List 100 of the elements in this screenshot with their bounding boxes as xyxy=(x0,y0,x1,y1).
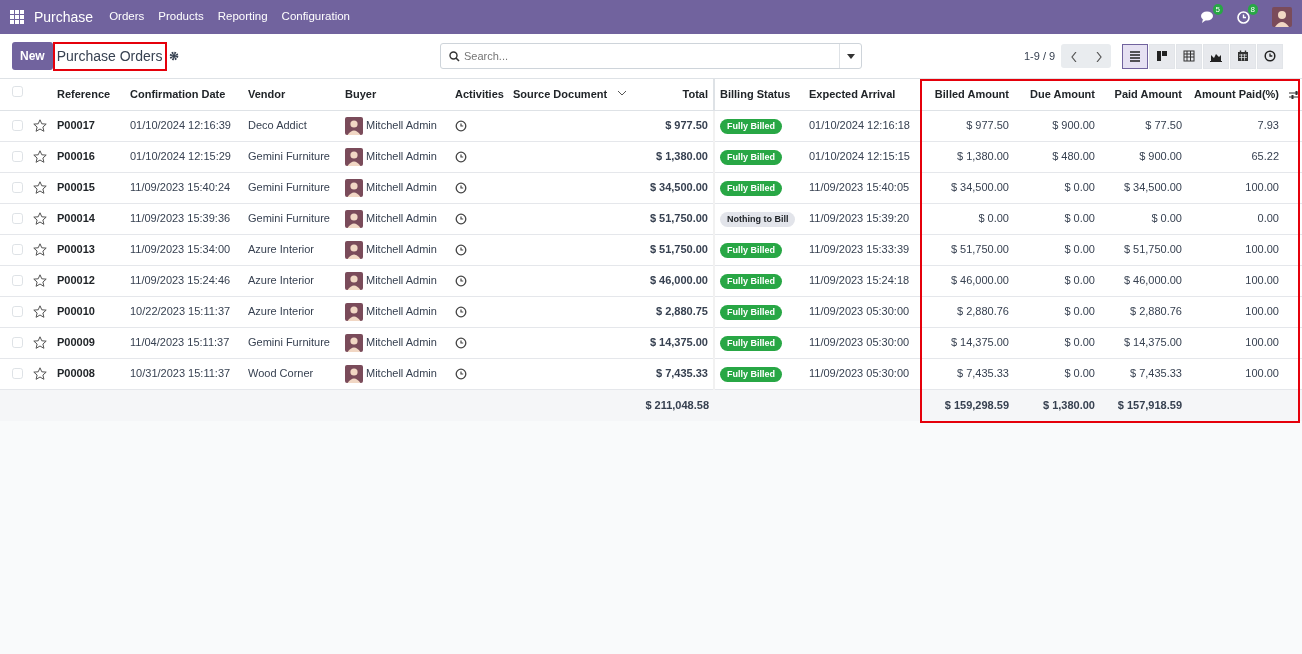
table-cell: 65.22 xyxy=(1251,150,1279,163)
clock-icon[interactable] xyxy=(455,275,467,288)
order-total: $ 14,375.00 xyxy=(649,336,708,349)
table-cell: $ 46,000.00 xyxy=(950,274,1009,287)
chat-icon[interactable] xyxy=(1201,11,1215,23)
star-icon[interactable] xyxy=(33,243,47,256)
new-button[interactable]: New xyxy=(12,42,53,70)
table-cell: $ 0.00 xyxy=(1151,212,1182,225)
clock-icon[interactable] xyxy=(455,368,467,381)
table-cell: Deco Addict xyxy=(248,119,307,132)
table-cell: $ 2,880.76 xyxy=(1130,305,1182,318)
pager-value[interactable]: 1-9 / 9 xyxy=(1024,47,1056,65)
app-name[interactable]: Purchase xyxy=(34,6,94,28)
star-icon[interactable] xyxy=(33,181,47,194)
table-cell: $ 0.00 xyxy=(1064,305,1095,318)
menu-item[interactable]: Products xyxy=(158,8,204,26)
select-checkbox[interactable] xyxy=(12,306,23,317)
billing-status-badge: Fully Billed xyxy=(720,274,782,289)
select-checkbox[interactable] xyxy=(12,275,23,286)
apps-menu-icon[interactable] xyxy=(10,10,24,24)
avatar-icon xyxy=(345,147,363,166)
select-checkbox[interactable] xyxy=(12,120,23,131)
select-checkbox[interactable] xyxy=(12,213,23,224)
clock-icon[interactable] xyxy=(455,244,467,257)
order-reference: P00015 xyxy=(57,181,95,194)
table-cell: 11/09/2023 15:33:39 xyxy=(809,243,910,256)
table-cell: Gemini Furniture xyxy=(248,150,330,163)
star-icon[interactable] xyxy=(33,119,47,132)
buyer-name: Mitchell Admin xyxy=(366,180,437,196)
calendar-icon xyxy=(1237,50,1249,62)
table-cell: $ 34,500.00 xyxy=(1123,181,1182,194)
star-icon[interactable] xyxy=(33,212,47,225)
caret-icon xyxy=(846,53,855,59)
table-cell: 100.00 xyxy=(1245,305,1279,318)
table-cell: $ 0.00 xyxy=(1064,367,1095,380)
select-checkbox[interactable] xyxy=(12,182,23,193)
star-icon[interactable] xyxy=(33,150,47,163)
optional-columns-icon[interactable] xyxy=(1289,90,1300,101)
order-reference: P00008 xyxy=(57,367,95,380)
billing-status-badge: Fully Billed xyxy=(720,367,782,382)
select-checkbox[interactable] xyxy=(12,337,23,348)
select-checkbox[interactable] xyxy=(12,151,23,162)
star-icon[interactable] xyxy=(33,367,47,380)
table-cell: 100.00 xyxy=(1245,181,1279,194)
select-checkbox[interactable] xyxy=(12,368,23,379)
order-reference: P00017 xyxy=(57,119,95,132)
table-cell: 11/09/2023 15:34:00 xyxy=(130,243,231,256)
table-cell: $ 1,380.00 xyxy=(957,150,1009,163)
table-cell: $ 46,000.00 xyxy=(1123,274,1182,287)
clock-icon[interactable] xyxy=(455,337,467,350)
settings-icon[interactable] xyxy=(168,51,179,61)
menu-item[interactable]: Reporting xyxy=(217,8,268,26)
table-cell: Gemini Furniture xyxy=(248,336,330,349)
clock-icon[interactable] xyxy=(455,213,467,226)
buyer-name: Mitchell Admin xyxy=(366,211,437,227)
star-icon[interactable] xyxy=(33,274,47,287)
chevron-down-icon[interactable] xyxy=(618,91,626,96)
column-header[interactable]: Buyer xyxy=(345,88,377,100)
kanban-icon xyxy=(1156,50,1168,62)
message-count: 5 xyxy=(1212,4,1223,15)
clock-icon[interactable] xyxy=(455,306,467,319)
table-cell: 01/10/2024 12:16:39 xyxy=(130,119,231,132)
table-cell: Wood Corner xyxy=(248,367,314,380)
column-total: $ 157,918.59 xyxy=(1117,399,1182,411)
table-cell: $ 0.00 xyxy=(1064,274,1095,287)
column-header[interactable]: Total xyxy=(682,88,708,100)
billing-status-badge: Fully Billed xyxy=(720,336,782,351)
table-cell: $ 7,435.33 xyxy=(957,367,1009,380)
menu-item[interactable]: Configuration xyxy=(281,8,350,26)
order-reference: P00013 xyxy=(57,243,95,256)
table-cell: Azure Interior xyxy=(248,305,315,318)
menu-item[interactable]: Orders xyxy=(109,8,145,26)
select-checkbox[interactable] xyxy=(12,244,23,255)
table-cell: 10/22/2023 15:11:37 xyxy=(130,305,231,318)
column-header[interactable]: Vendor xyxy=(248,88,286,100)
clock-icon[interactable] xyxy=(455,151,467,164)
table-cell: $ 0.00 xyxy=(1064,336,1095,349)
billing-status-badge: Fully Billed xyxy=(720,119,782,134)
table-cell: $ 0.00 xyxy=(978,212,1009,225)
buyer-name: Mitchell Admin xyxy=(366,366,437,382)
user-avatar-icon[interactable] xyxy=(1272,7,1292,27)
avatar-icon xyxy=(345,209,363,228)
avatar-icon xyxy=(345,364,363,383)
clock-icon[interactable] xyxy=(455,182,467,195)
view-switch-button[interactable] xyxy=(1122,43,1148,69)
clock-icon[interactable] xyxy=(455,120,467,133)
order-total: $ 51,750.00 xyxy=(649,243,708,256)
table-cell: $ 51,750.00 xyxy=(950,243,1009,256)
select-checkbox[interactable] xyxy=(12,86,23,97)
star-icon[interactable] xyxy=(33,305,47,318)
table-cell: $ 2,880.76 xyxy=(957,305,1009,318)
order-reference: P00014 xyxy=(57,212,95,225)
table-cell: 100.00 xyxy=(1245,243,1279,256)
star-icon[interactable] xyxy=(33,336,47,349)
order-total: $ 977.50 xyxy=(665,119,708,132)
table-cell: $ 900.00 xyxy=(1139,150,1182,163)
table-cell: Azure Interior xyxy=(248,274,315,287)
buyer-name: Mitchell Admin xyxy=(366,335,437,351)
table-cell: 10/31/2023 15:11:37 xyxy=(130,367,231,380)
search-field[interactable]: Search... xyxy=(440,43,862,69)
